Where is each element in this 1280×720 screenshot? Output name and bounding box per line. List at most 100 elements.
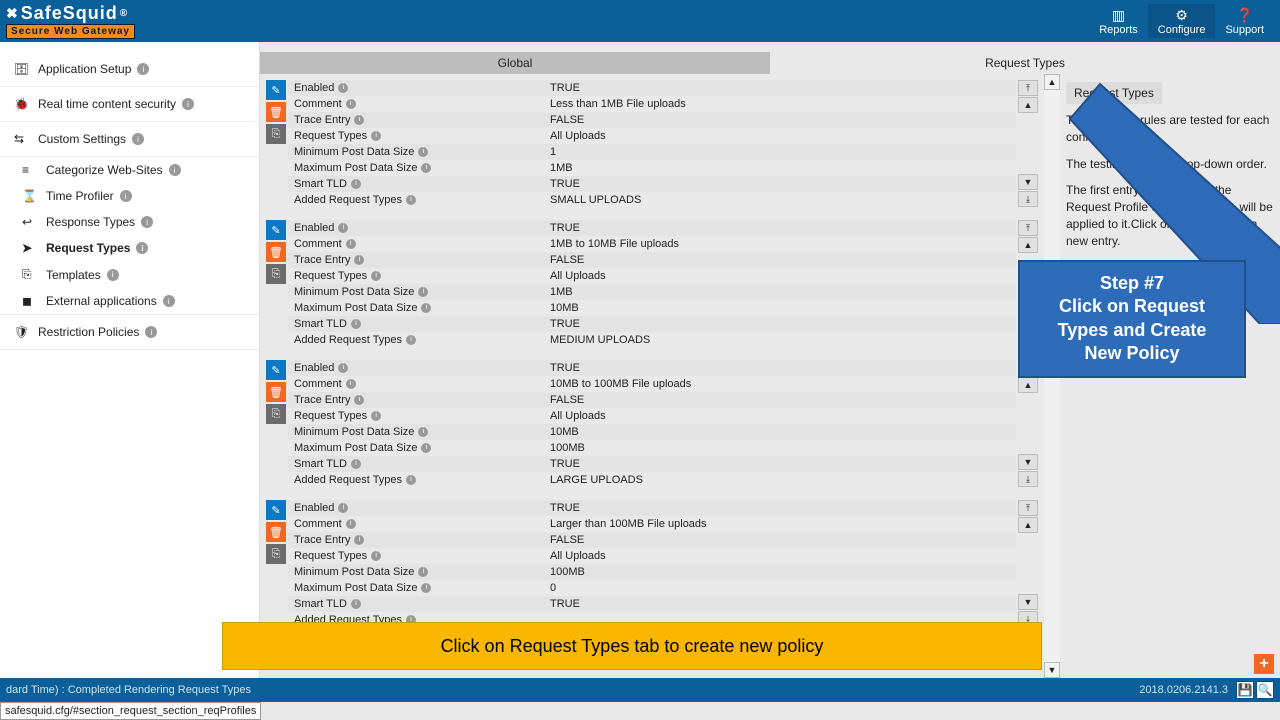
edit-button[interactable]: ✎: [266, 220, 286, 240]
info-icon[interactable]: i: [338, 83, 348, 93]
info-icon[interactable]: i: [338, 363, 348, 373]
info-icon[interactable]: i: [371, 271, 381, 281]
field-value: 10MB: [548, 300, 1016, 316]
edit-button[interactable]: ✎: [266, 500, 286, 520]
move-top-button[interactable]: ⤒: [1018, 220, 1038, 236]
sidebar-custom[interactable]: ⇆ Custom Settings i: [0, 122, 259, 157]
sidebar-item-response-types[interactable]: ↩ Response Types i: [0, 209, 259, 235]
delete-button[interactable]: 🗑: [266, 522, 286, 542]
field-label: Minimum Post Data Size i: [288, 424, 548, 440]
move-bottom-button[interactable]: ⤓: [1018, 471, 1038, 487]
field-value: 1: [548, 144, 1016, 160]
info-icon[interactable]: i: [406, 475, 416, 485]
info-icon[interactable]: i: [421, 303, 431, 313]
info-icon[interactable]: i: [120, 190, 132, 202]
info-icon[interactable]: i: [136, 242, 148, 254]
rule-row: Trace Entry iFALSE: [288, 392, 1016, 408]
rule-row: Comment iLarger than 100MB File uploads: [288, 516, 1016, 532]
info-icon[interactable]: i: [418, 147, 428, 157]
info-icon[interactable]: i: [421, 163, 431, 173]
info-icon[interactable]: i: [371, 131, 381, 141]
info-icon[interactable]: i: [141, 216, 153, 228]
info-icon[interactable]: i: [406, 195, 416, 205]
info-icon[interactable]: i: [132, 133, 144, 145]
field-value: FALSE: [548, 392, 1016, 408]
move-up-button[interactable]: ▲: [1018, 377, 1038, 393]
delete-button[interactable]: 🗑: [266, 102, 286, 122]
delete-button[interactable]: 🗑: [266, 242, 286, 262]
info-icon[interactable]: i: [169, 164, 181, 176]
info-icon[interactable]: i: [421, 443, 431, 453]
sidebar-restriction[interactable]: 🛡 Restriction Policies i: [0, 314, 259, 350]
move-down-button[interactable]: ▼: [1018, 454, 1038, 470]
move-down-button[interactable]: ▼: [1018, 594, 1038, 610]
field-label: Trace Entry i: [288, 112, 548, 128]
clone-button[interactable]: ⎘: [266, 544, 286, 564]
move-bottom-button[interactable]: ⤓: [1018, 191, 1038, 207]
info-icon[interactable]: i: [346, 379, 356, 389]
field-label: Minimum Post Data Size i: [288, 564, 548, 580]
info-icon[interactable]: i: [354, 535, 364, 545]
info-icon[interactable]: i: [107, 269, 119, 281]
info-icon[interactable]: i: [371, 551, 381, 561]
info-icon[interactable]: i: [137, 63, 149, 75]
info-icon[interactable]: i: [351, 459, 361, 469]
sidebar-item-categorize[interactable]: ≡ Categorize Web-Sites i: [0, 157, 259, 183]
info-icon[interactable]: i: [354, 255, 364, 265]
info-icon[interactable]: i: [351, 179, 361, 189]
scroll-down-icon[interactable]: ▼: [1044, 662, 1060, 678]
info-icon[interactable]: i: [351, 319, 361, 329]
sidebar-item-external-apps[interactable]: ◼ External applications i: [0, 288, 259, 314]
move-up-button[interactable]: ▲: [1018, 97, 1038, 113]
info-icon[interactable]: i: [354, 115, 364, 125]
field-label: Request Types i: [288, 128, 548, 144]
info-icon[interactable]: i: [421, 583, 431, 593]
field-label: Maximum Post Data Size i: [288, 580, 548, 596]
field-label: Maximum Post Data Size i: [288, 440, 548, 456]
edit-button[interactable]: ✎: [266, 80, 286, 100]
sidebar-item-request-types[interactable]: ➤ Request Types i: [0, 235, 259, 261]
move-up-button[interactable]: ▲: [1018, 237, 1038, 253]
edit-button[interactable]: ✎: [266, 360, 286, 380]
save-icon[interactable]: 💾: [1236, 681, 1254, 699]
info-icon[interactable]: i: [338, 223, 348, 233]
field-value: SMALL UPLOADS: [548, 192, 1016, 208]
info-icon[interactable]: i: [418, 427, 428, 437]
info-icon[interactable]: i: [346, 239, 356, 249]
info-icon[interactable]: i: [351, 599, 361, 609]
clone-button[interactable]: ⎘: [266, 404, 286, 424]
clone-button[interactable]: ⎘: [266, 264, 286, 284]
scroll-up-icon[interactable]: ▲: [1044, 74, 1060, 90]
delete-button[interactable]: 🗑: [266, 382, 286, 402]
configure-button[interactable]: ⚙ Configure: [1148, 4, 1216, 38]
support-button[interactable]: ❓ Support: [1215, 4, 1274, 38]
info-icon[interactable]: i: [145, 326, 157, 338]
sidebar-item-templates[interactable]: ⎘ Templates i: [0, 261, 259, 288]
info-icon[interactable]: i: [354, 395, 364, 405]
field-label: Smart TLD i: [288, 176, 548, 192]
clone-button[interactable]: ⎘: [266, 124, 286, 144]
info-icon[interactable]: i: [406, 335, 416, 345]
info-icon[interactable]: i: [418, 567, 428, 577]
reports-button[interactable]: ▥ Reports: [1089, 4, 1148, 38]
sidebar-item-time-profiler[interactable]: ⌛ Time Profiler i: [0, 183, 259, 209]
move-top-button[interactable]: ⤒: [1018, 80, 1038, 96]
info-icon[interactable]: i: [418, 287, 428, 297]
tab-request-types[interactable]: Request Types: [770, 52, 1280, 74]
add-entry-button[interactable]: +: [1254, 654, 1274, 674]
tabs: Global Request Types: [260, 52, 1280, 74]
info-icon[interactable]: i: [163, 295, 175, 307]
info-icon[interactable]: i: [338, 503, 348, 513]
info-icon[interactable]: i: [371, 411, 381, 421]
info-icon[interactable]: i: [346, 519, 356, 529]
tab-global[interactable]: Global: [260, 52, 770, 74]
help-text: The first entry that matches the Request…: [1066, 182, 1274, 249]
sidebar-app-setup[interactable]: 🗄 Application Setup i: [0, 52, 259, 87]
move-down-button[interactable]: ▼: [1018, 174, 1038, 190]
move-top-button[interactable]: ⤒: [1018, 500, 1038, 516]
sidebar-realtime[interactable]: 🐞 Real time content security i: [0, 87, 259, 122]
info-icon[interactable]: i: [182, 98, 194, 110]
search-icon[interactable]: 🔍: [1256, 681, 1274, 699]
info-icon[interactable]: i: [346, 99, 356, 109]
move-up-button[interactable]: ▲: [1018, 517, 1038, 533]
